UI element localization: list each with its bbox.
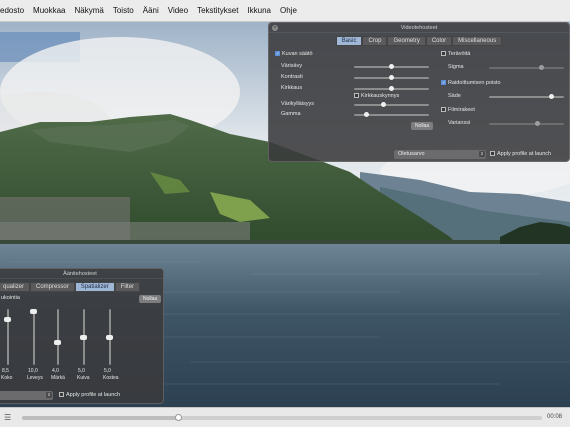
audio-effects-panel: Äänitehosteet qualizer Compressor Spatiali…: [0, 268, 164, 404]
spatializer-knob[interactable]: [54, 339, 61, 345]
band-value: 4,0: [52, 368, 59, 374]
menu-item[interactable]: Toisto: [113, 6, 134, 15]
chevron-updown-icon: ⇕: [479, 151, 485, 157]
band-value: 10,0: [28, 368, 38, 374]
close-icon[interactable]: ×: [272, 25, 278, 31]
gamma-slider[interactable]: [354, 112, 429, 117]
seek-fill: [22, 416, 178, 420]
tab-basic[interactable]: Basic: [335, 36, 363, 46]
variance-knob[interactable]: [534, 121, 540, 126]
radius-slider[interactable]: [489, 94, 564, 99]
radius-knob[interactable]: [548, 94, 554, 99]
band-value: 5,0: [78, 368, 85, 374]
sigma-label: Sigma: [448, 64, 464, 70]
video-effects-titlebar: × Videotehosteet: [269, 23, 569, 33]
spatializer-knob[interactable]: [106, 334, 113, 340]
tab-spatializer[interactable]: Spatializer: [74, 282, 115, 292]
playback-control-bar: ☰ 00:08: [0, 407, 570, 427]
band-value: 8,5: [2, 368, 9, 374]
video-profile-select[interactable]: Oletusarvo ⇕: [394, 150, 486, 159]
seek-knob[interactable]: [175, 414, 182, 421]
brightness-knob[interactable]: [389, 86, 394, 91]
tab-miscellaneous[interactable]: Miscellaneous: [452, 36, 503, 46]
menu-item[interactable]: Muokkaa: [33, 6, 65, 15]
brightness-threshold-checkbox[interactable]: [354, 93, 359, 99]
image-adjust-toggle[interactable]: ✓ Kuvan säätö: [275, 51, 313, 57]
audio-effects-title: Äänitehosteet: [63, 271, 97, 277]
tab-geometry[interactable]: Geometry: [387, 36, 426, 46]
band-label: Kostea: [103, 375, 119, 381]
band-label: Leveys: [27, 375, 43, 381]
menu-item[interactable]: Näkymä: [75, 6, 104, 15]
reset-image-button[interactable]: Nollaa: [411, 122, 434, 130]
banding-checkbox[interactable]: ✓: [441, 80, 446, 86]
grain-checkbox[interactable]: [441, 107, 446, 113]
spatializer-slider[interactable]: [80, 309, 87, 365]
video-effects-title: Videotehosteet: [400, 25, 438, 31]
tab-color[interactable]: Color: [425, 36, 453, 46]
spatializer-knob[interactable]: [80, 334, 87, 340]
band-label: Märkä: [51, 375, 65, 381]
timecode: 00:08: [546, 414, 562, 420]
contrast-slider[interactable]: [354, 75, 429, 80]
menu-bar: edosto Muokkaa Näkymä Toisto Ääni Video Teksti…: [0, 0, 570, 22]
spatializer-slider[interactable]: [30, 309, 37, 365]
spatializer-toggle[interactable]: ukointia: [1, 295, 20, 301]
grain-toggle[interactable]: Filmirakeet: [441, 107, 475, 113]
gamma-label: Gamma: [281, 111, 301, 117]
banding-toggle[interactable]: ✓ Raidoittumisen poisto: [441, 80, 501, 86]
tab-compressor[interactable]: Compressor: [30, 282, 75, 292]
tab-qualizer[interactable]: qualizer: [0, 282, 31, 292]
sharpen-checkbox[interactable]: [441, 51, 446, 57]
radius-label: Säde: [448, 93, 461, 99]
menu-item[interactable]: Ohje: [280, 6, 297, 15]
gamma-knob[interactable]: [363, 112, 369, 117]
hue-slider[interactable]: [354, 64, 429, 69]
audio-effects-titlebar: Äänitehosteet: [0, 269, 163, 279]
hue-label: Värisävy: [281, 63, 303, 69]
contrast-knob[interactable]: [389, 75, 394, 80]
menu-item[interactable]: Tekstitykset: [197, 6, 238, 15]
band-label: Koko: [1, 375, 13, 381]
band-label: Kuiva: [77, 375, 90, 381]
tab-filter[interactable]: Filter: [114, 282, 141, 292]
saturation-slider[interactable]: [354, 102, 429, 107]
spatializer-slider[interactable]: [106, 309, 113, 365]
brightness-threshold-toggle[interactable]: Kirkkauskynnys: [354, 93, 399, 99]
video-apply-profile-toggle[interactable]: Apply profile at launch: [490, 151, 551, 157]
variance-label: Varianssi: [448, 120, 471, 126]
seek-bar[interactable]: [22, 414, 542, 421]
sharpen-toggle[interactable]: Terävöitä: [441, 51, 470, 57]
image-adjust-checkbox[interactable]: ✓: [275, 51, 280, 57]
hue-knob[interactable]: [389, 64, 394, 69]
saturation-label: Värikylläisyys: [281, 101, 315, 107]
audio-profile-select[interactable]: ⇕: [0, 391, 53, 400]
audio-apply-profile-checkbox[interactable]: [59, 392, 64, 398]
video-effects-panel: × Videotehosteet Basic Crop Geometry Color M…: [268, 22, 570, 162]
menu-item[interactable]: Video: [168, 6, 188, 15]
brightness-label: Kirkkaus: [281, 85, 303, 91]
reset-audio-button[interactable]: Nollaa: [139, 295, 162, 303]
brightness-slider[interactable]: [354, 86, 429, 91]
sigma-slider[interactable]: [489, 65, 564, 70]
video-apply-profile-checkbox[interactable]: [490, 151, 495, 157]
contrast-label: Kontrasti: [281, 74, 303, 80]
spatializer-slider[interactable]: [54, 309, 61, 365]
spatializer-knob[interactable]: [4, 316, 11, 322]
chevron-updown-icon: ⇕: [46, 392, 52, 398]
menu-item[interactable]: Ääni: [143, 6, 159, 15]
playlist-icon[interactable]: ☰: [4, 413, 14, 422]
menu-item[interactable]: Ikkuna: [247, 6, 271, 15]
video-effects-tabs: Basic Crop Geometry Color Miscellaneous: [269, 36, 569, 46]
spatializer-slider[interactable]: [4, 309, 11, 365]
audio-apply-profile-toggle[interactable]: Apply profile at launch: [59, 392, 120, 398]
spatializer-knob[interactable]: [30, 309, 37, 314]
band-value: 5,0: [104, 368, 111, 374]
saturation-knob[interactable]: [380, 102, 386, 107]
sigma-knob[interactable]: [538, 65, 544, 70]
menu-item[interactable]: edosto: [0, 6, 24, 15]
audio-effects-tabs: qualizer Compressor Spatializer Filter: [0, 282, 163, 292]
variance-slider[interactable]: [489, 121, 564, 126]
tab-crop[interactable]: Crop: [362, 36, 388, 46]
